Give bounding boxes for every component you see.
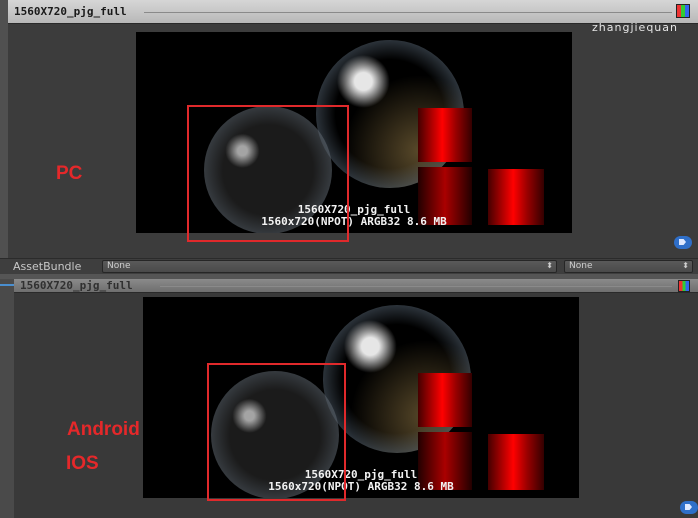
platform-label-pc: PC: [56, 163, 83, 184]
rgb-channels-icon[interactable]: [678, 280, 690, 292]
highlight-box: [187, 105, 349, 242]
tag-icon[interactable]: [674, 236, 692, 249]
inspector-preview-pc: 1560X720_pjg_full zhangjiequan 1560X720_…: [0, 0, 698, 258]
dropdown-arrow-icon: ⬍: [546, 261, 553, 270]
titlebar-divider: [144, 12, 672, 13]
platform-label-android: Android: [67, 419, 140, 440]
preview-title: 1560X720_pjg_full: [20, 279, 133, 292]
preview-titlebar[interactable]: 1560X720_pjg_full: [14, 279, 698, 293]
assetbundle-label: AssetBundle: [13, 260, 82, 273]
assetbundle-name-dropdown[interactable]: None ⬍: [102, 260, 557, 273]
tag-icon[interactable]: [680, 501, 698, 514]
dropdown-arrow-icon: ⬍: [682, 261, 689, 270]
red-gradient-block: [418, 108, 472, 162]
assetbundle-bar: AssetBundle None ⬍ None ⬍: [0, 258, 698, 274]
titlebar-divider: [160, 286, 672, 287]
highlight-box: [207, 363, 346, 501]
platform-label-ios: IOS: [66, 453, 99, 474]
assetbundle-variant-value: None: [569, 261, 593, 271]
assetbundle-name-value: None: [107, 261, 131, 271]
watermark-text: zhangjiequan: [592, 21, 678, 34]
rgb-channels-icon[interactable]: [676, 4, 690, 18]
preview-title: 1560X720_pjg_full: [14, 5, 127, 18]
assetbundle-variant-dropdown[interactable]: None ⬍: [564, 260, 693, 273]
inspector-preview-mobile: 1560X720_pjg_full 1560X720_pjg_full 1560…: [0, 279, 698, 518]
red-gradient-block: [418, 373, 472, 427]
focus-indicator: [0, 284, 14, 286]
